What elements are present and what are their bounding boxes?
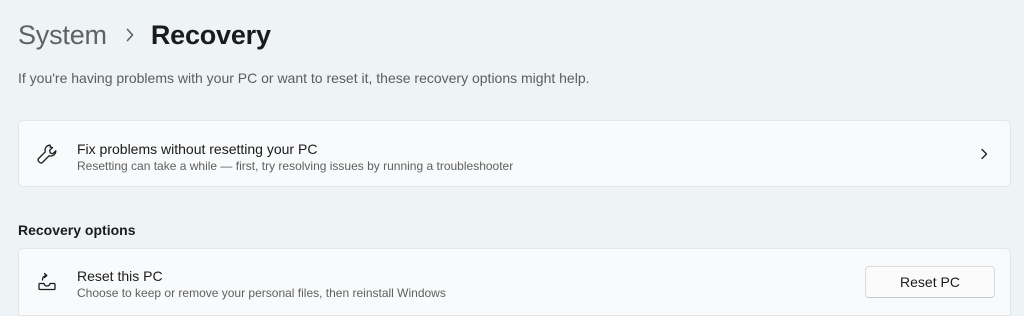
reset-this-pc-card: Reset this PC Choose to keep or remove y… — [18, 248, 1011, 316]
reset-pc-button[interactable]: Reset PC — [865, 266, 995, 298]
fix-problems-card[interactable]: Fix problems without resetting your PC R… — [18, 120, 1011, 187]
chevron-right-icon — [976, 146, 992, 162]
fix-problems-subtitle: Resetting can take a while — first, try … — [77, 159, 514, 173]
reset-this-pc-title: Reset this PC — [77, 268, 163, 284]
reset-this-pc-subtitle: Choose to keep or remove your personal f… — [77, 286, 446, 300]
wrench-icon — [35, 142, 59, 166]
page-description: If you're having problems with your PC o… — [18, 70, 590, 86]
page-title: Recovery — [150, 19, 271, 50]
chevron-right-icon — [115, 28, 145, 42]
recovery-options-heading: Recovery options — [18, 222, 136, 238]
reset-pc-icon — [35, 270, 59, 294]
fix-problems-title: Fix problems without resetting your PC — [77, 141, 318, 157]
breadcrumb-system-link[interactable]: System — [18, 20, 107, 51]
breadcrumb: System Recovery — [18, 17, 271, 53]
